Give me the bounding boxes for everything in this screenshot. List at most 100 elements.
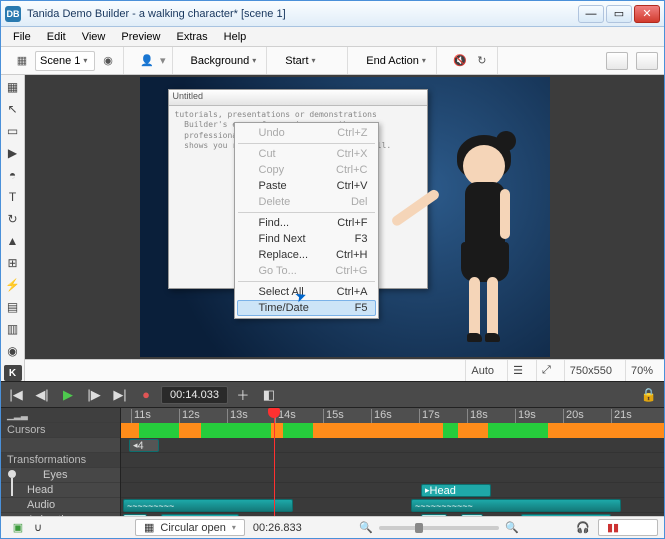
ctx-delete[interactable]: DeleteDel xyxy=(237,194,376,210)
ctx-goto[interactable]: Go To...Ctrl+G xyxy=(237,263,376,279)
track-cursor-item[interactable] xyxy=(1,438,120,453)
anim-track-row[interactable]: *Fi ▸ Point *Ha *T ▸ Clap hands xyxy=(121,513,664,516)
clip-point[interactable]: ▸ Point xyxy=(161,514,239,516)
ctx-copy[interactable]: CopyCtrl+C xyxy=(237,162,376,178)
maximize-button[interactable]: ▭ xyxy=(606,5,632,23)
text-tool-icon[interactable]: T xyxy=(4,189,22,205)
clip-audio-1[interactable]: ~~~~~~~~~ xyxy=(123,499,293,512)
track-audio[interactable]: Audio xyxy=(1,498,120,513)
zoom-out-icon[interactable]: 🔍 xyxy=(359,521,373,534)
end-action-dropdown[interactable]: End Action▾ xyxy=(362,51,430,71)
transform-track-row[interactable] xyxy=(121,453,664,468)
magnet-icon[interactable]: ∪ xyxy=(31,521,45,535)
menu-file[interactable]: File xyxy=(5,29,39,45)
arrow-icon[interactable]: ↖ xyxy=(4,101,22,117)
left-toolbox: ▦ ↖ ▭ ▶ ◓ T ↻ ▲ ⊞ ⚡ ▤ ▥ ◉ K xyxy=(1,75,25,381)
mute-icon[interactable]: 🔇 xyxy=(451,52,469,70)
timeline-ruler[interactable]: 11s 12s 13s 14s 15s 16s 17s 18s 19s 20s … xyxy=(121,408,664,423)
marker-icon[interactable]: ◧ xyxy=(258,385,280,405)
timeline-zoom-slider[interactable]: 🔍 🔍 xyxy=(310,521,569,534)
ctx-find-next[interactable]: Find NextF3 xyxy=(237,231,376,247)
pointer-icon[interactable]: ▲ xyxy=(4,233,22,249)
timeline-tracks[interactable]: 11s 12s 13s 14s 15s 16s 17s 18s 19s 20s … xyxy=(121,408,664,516)
crop-icon[interactable]: ⤢ xyxy=(536,360,556,381)
grid-icon[interactable]: ▦ xyxy=(4,79,22,95)
timecode-display: 00:14.033 xyxy=(161,386,228,404)
keyframe-k-icon[interactable]: K xyxy=(4,365,22,381)
clip-audio-2[interactable]: ~~~~~~~~~~~ xyxy=(411,499,621,512)
menu-extras[interactable]: Extras xyxy=(168,29,215,45)
clip-fi[interactable]: *Fi xyxy=(123,514,147,516)
eyes-track-row[interactable] xyxy=(121,468,664,483)
zoom-tool-icon[interactable]: ⊞ xyxy=(4,255,22,271)
start-dropdown[interactable]: Start▾ xyxy=(281,51,341,71)
clip-clap[interactable]: ▸ Clap hands xyxy=(521,514,611,516)
track-cursors[interactable]: Cursors xyxy=(1,423,120,438)
zoom-level[interactable]: 70% xyxy=(625,360,658,381)
scene-canvas[interactable]: Untitled tutorials, presentations or dem… xyxy=(140,77,550,357)
close-button[interactable]: ✕ xyxy=(634,5,660,23)
layers-icon[interactable]: ▣ xyxy=(11,521,25,535)
menu-bar: File Edit View Preview Extras Help xyxy=(1,27,664,47)
walking-character[interactable] xyxy=(435,127,530,347)
clip-t[interactable]: *T xyxy=(461,514,483,516)
audio-track-row[interactable]: ~~~~~~~~~ ~~~~~~~~~~~ xyxy=(121,498,664,513)
character-icon[interactable]: 👤 xyxy=(138,52,156,70)
visibility-icon[interactable]: ◉ xyxy=(99,52,117,70)
ctx-cut[interactable]: CutCtrl+X xyxy=(237,146,376,162)
step-fwd-button[interactable]: |▶ xyxy=(83,385,105,405)
align-icon[interactable]: ☰ xyxy=(507,360,528,381)
scene-select[interactable]: Scene 1▾ xyxy=(35,51,95,71)
panel-toggle-right[interactable] xyxy=(636,52,658,70)
cursor-track-row[interactable]: ◂ 4 xyxy=(121,438,664,453)
film-icon[interactable]: ▤ xyxy=(4,299,22,315)
stage-viewport[interactable]: Untitled tutorials, presentations or dem… xyxy=(25,75,664,359)
menu-edit[interactable]: Edit xyxy=(39,29,74,45)
ctx-paste[interactable]: PasteCtrl+V xyxy=(237,178,376,194)
window-titlebar: DB Tanida Demo Builder - a walking chara… xyxy=(1,1,664,27)
window-title: Tanida Demo Builder - a walking characte… xyxy=(27,8,578,20)
minimize-button[interactable]: — xyxy=(578,5,604,23)
play-button[interactable]: ▶ xyxy=(57,385,79,405)
rect-icon[interactable]: ▭ xyxy=(4,123,22,139)
go-end-button[interactable]: ▶| xyxy=(109,385,131,405)
panel-toggle-left[interactable] xyxy=(606,52,628,70)
ctx-replace[interactable]: Replace...Ctrl+H xyxy=(237,247,376,263)
zoom-in-icon[interactable]: 🔍 xyxy=(505,521,519,534)
head-track-row[interactable]: ▸ Head xyxy=(121,483,664,498)
transition-select[interactable]: ▦Circular open▾ xyxy=(135,519,245,536)
play-tool-icon[interactable]: ▶ xyxy=(4,145,22,161)
timeline-tracks-header: ▁▂▃ Cursors Transformations Eyes Head Au… xyxy=(1,408,121,516)
lock-icon[interactable]: 🔒 xyxy=(638,385,660,405)
go-start-button[interactable]: |◀ xyxy=(5,385,27,405)
ctx-undo[interactable]: UndoCtrl+Z xyxy=(237,125,376,141)
menu-preview[interactable]: Preview xyxy=(113,29,168,45)
step-back-button[interactable]: ◀| xyxy=(31,385,53,405)
background-dropdown[interactable]: Background▾ xyxy=(187,51,261,71)
auto-label[interactable]: Auto xyxy=(465,360,499,381)
track-eyes[interactable]: Eyes xyxy=(1,468,120,483)
track-ruler-spacer: ▁▂▃ xyxy=(1,408,120,423)
scene-list-icon[interactable]: ▦ xyxy=(13,52,31,70)
menu-view[interactable]: View xyxy=(74,29,114,45)
track-transformations[interactable]: Transformations xyxy=(1,453,120,468)
menu-help[interactable]: Help xyxy=(216,29,255,45)
ctx-find[interactable]: Find...Ctrl+F xyxy=(237,215,376,231)
timeline-toolbar: |◀ ◀| ▶ |▶ ▶| ● 00:14.033 ＋ ◧ 🔒 xyxy=(1,382,664,408)
add-marker-button[interactable]: ＋ xyxy=(232,385,254,405)
cursor-strip[interactable] xyxy=(121,423,664,438)
drop-icon[interactable]: ◉ xyxy=(4,343,22,359)
loop-tool-icon[interactable]: ↻ xyxy=(4,211,22,227)
panel-icon[interactable]: ▥ xyxy=(4,321,22,337)
balloon-icon[interactable]: ◓ xyxy=(4,167,22,183)
cursor-clip[interactable]: ◂ 4 xyxy=(129,439,159,452)
loop-icon[interactable]: ↻ xyxy=(473,52,491,70)
playhead[interactable] xyxy=(274,408,275,516)
notepad-titlebar: Untitled xyxy=(169,90,427,106)
audio-level[interactable]: ▮▮ xyxy=(598,519,658,536)
flash-icon[interactable]: ⚡ xyxy=(4,277,22,293)
clip-head[interactable]: ▸ Head xyxy=(421,484,491,497)
clip-ha[interactable]: *Ha xyxy=(421,514,447,516)
headphones-icon[interactable]: 🎧 xyxy=(576,521,590,534)
record-button[interactable]: ● xyxy=(135,385,157,405)
